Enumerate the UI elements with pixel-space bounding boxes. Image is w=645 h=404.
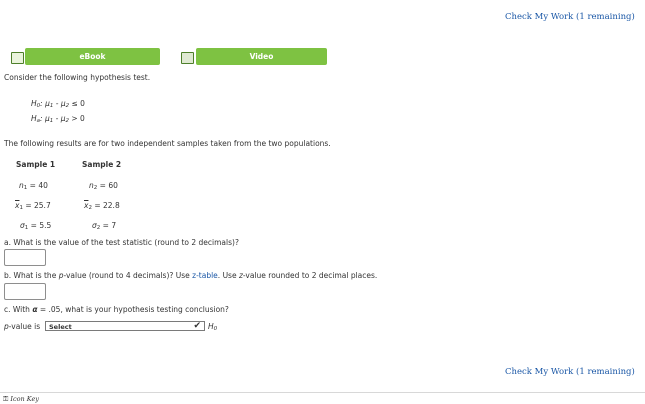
video-icon xyxy=(181,52,194,64)
null-hypothesis: H0: μ1 - μ2 ≤ 0 xyxy=(31,99,85,109)
check-my-work-link-bottom[interactable]: Check My Work (1 remaining) xyxy=(505,367,635,377)
footer-divider xyxy=(0,392,645,393)
z-table-link[interactable]: z-table xyxy=(192,271,218,280)
p-value-conclusion-label: p-value is xyxy=(4,322,41,331)
conclusion-select[interactable]: Select ✔ xyxy=(45,321,205,331)
ebook-icon xyxy=(11,52,24,64)
intro-text: Consider the following hypothesis test. xyxy=(4,73,151,82)
sample-2-sigma: σ2 = 7 xyxy=(92,221,117,231)
alternative-hypothesis: Ha: μ1 - μ2 > 0 xyxy=(31,114,85,124)
test-statistic-input[interactable] xyxy=(4,249,46,266)
chevron-down-icon: ✔ xyxy=(193,321,201,331)
samples-intro-text: The following results are for two indepe… xyxy=(4,139,331,148)
sample-1-sigma: σ1 = 5.5 xyxy=(20,221,52,231)
ebook-button[interactable]: eBook xyxy=(25,48,160,65)
sample-1-mean: x1 = 25.7 xyxy=(15,201,51,211)
h0-after-select: H0 xyxy=(208,322,218,332)
sample-1-n: n1 = 40 xyxy=(19,181,48,191)
sample-2-n: n2 = 60 xyxy=(89,181,118,191)
check-my-work-link-top[interactable]: Check My Work (1 remaining) xyxy=(505,12,635,22)
question-a: a. What is the value of the test statist… xyxy=(4,238,239,247)
sample-1-header: Sample 1 xyxy=(16,160,56,169)
video-button[interactable]: Video xyxy=(196,48,327,65)
question-b: b. What is the p-value (round to 4 decim… xyxy=(4,271,378,280)
sample-2-mean: x2 = 22.8 xyxy=(84,201,120,211)
p-value-input[interactable] xyxy=(4,283,46,300)
question-c: c. With α = .05, what is your hypothesis… xyxy=(4,305,229,314)
key-icon: ⚿ xyxy=(3,395,9,403)
sample-2-header: Sample 2 xyxy=(82,160,122,169)
